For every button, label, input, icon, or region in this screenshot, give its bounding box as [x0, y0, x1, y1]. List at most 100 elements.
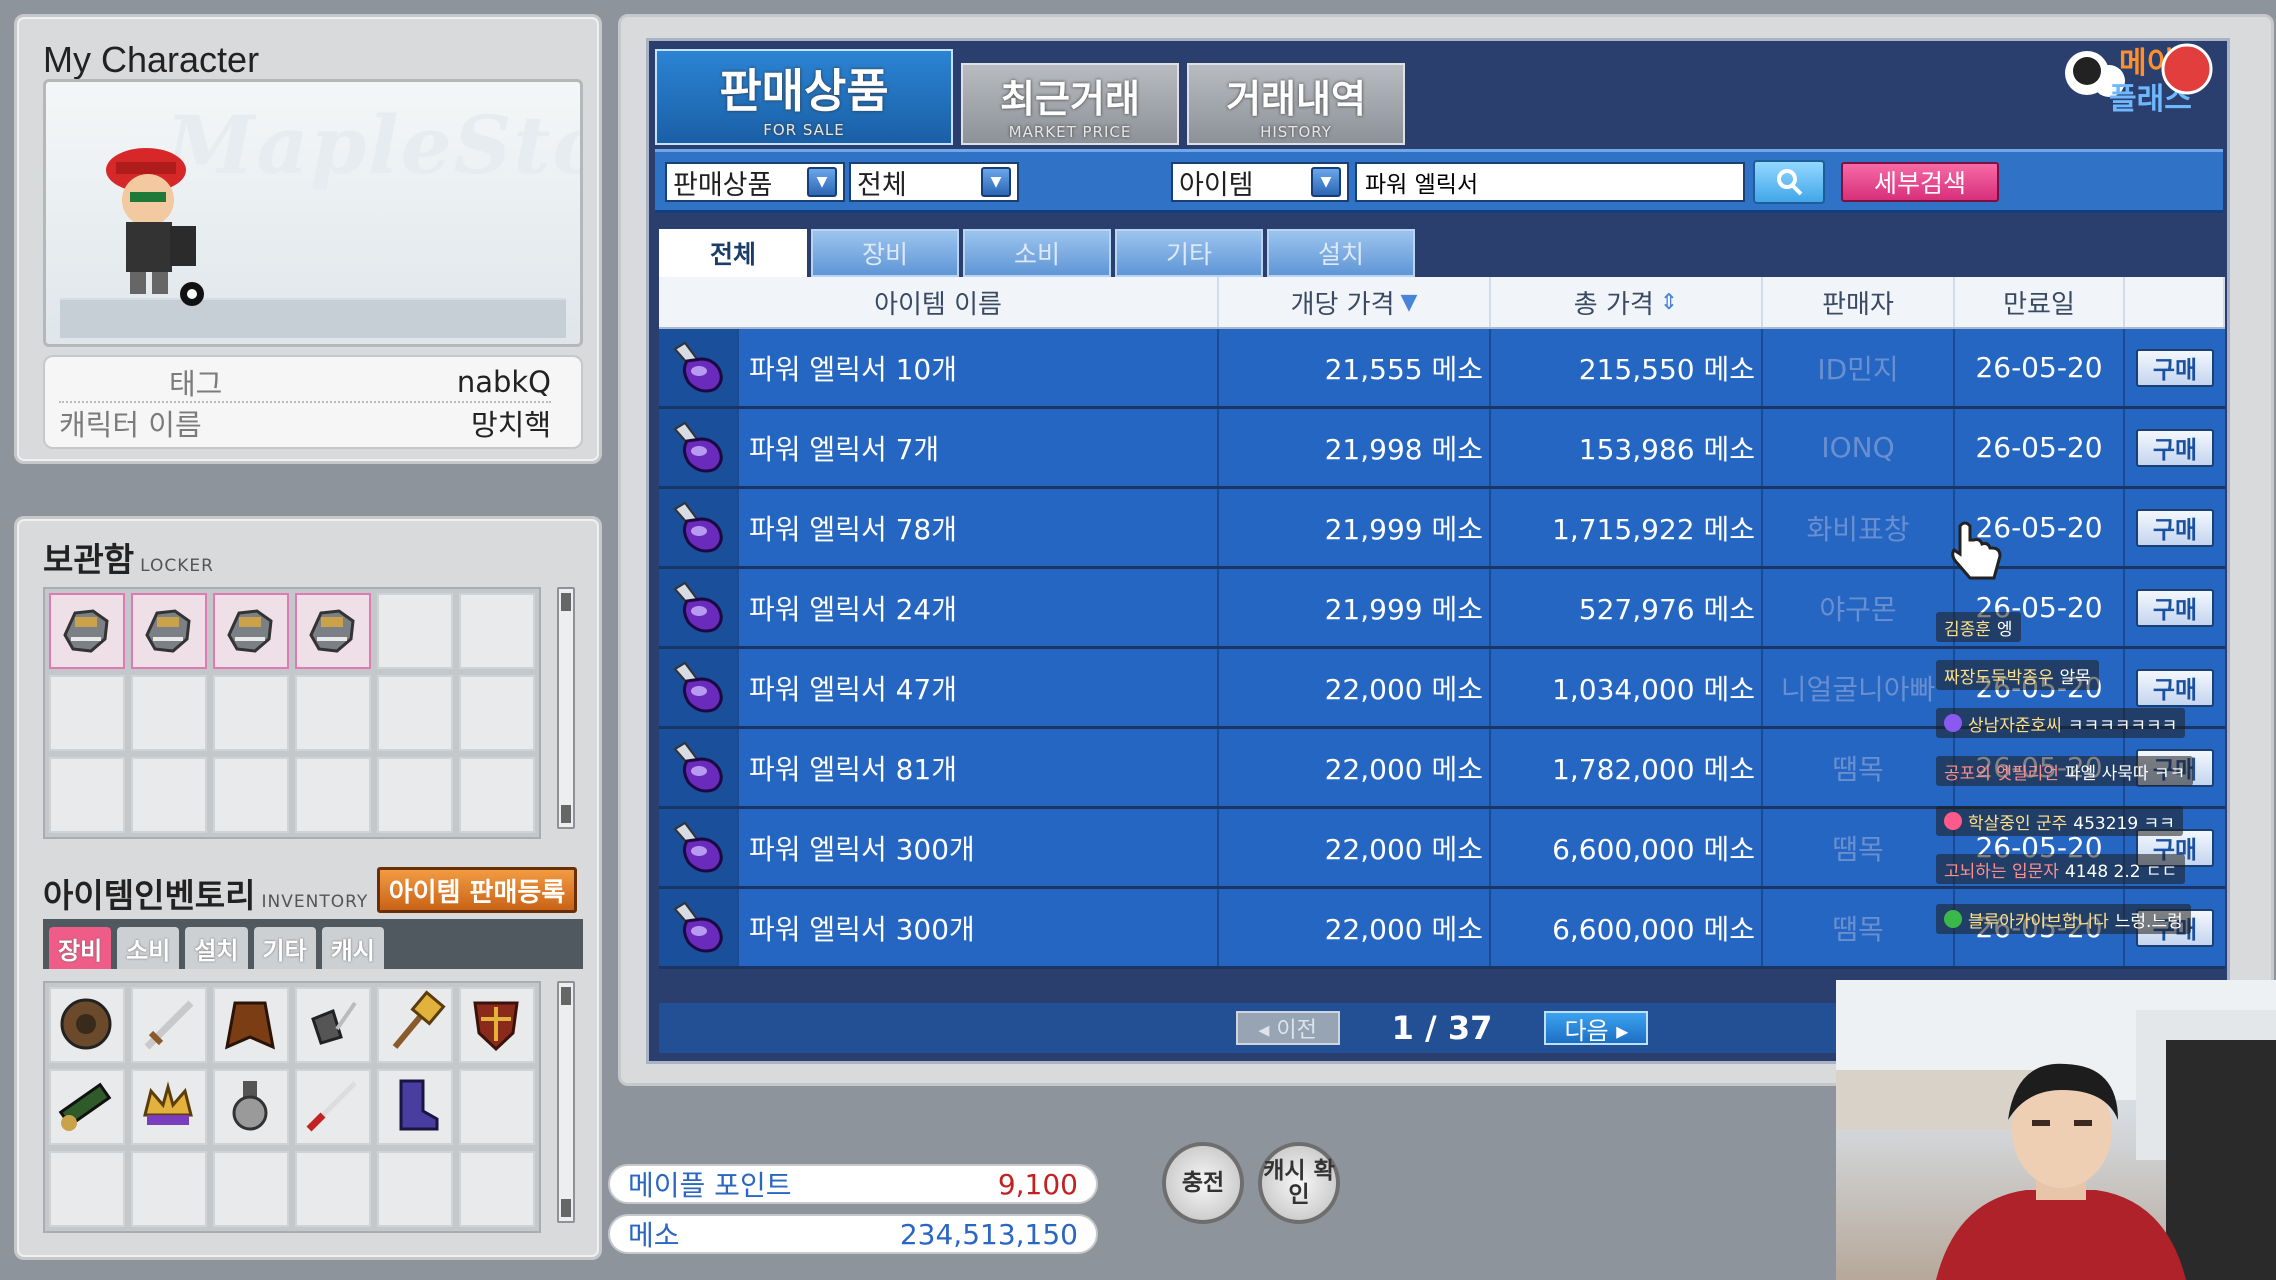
guard-shield-icon: [473, 1001, 519, 1052]
elixir-potion-icon: [673, 501, 723, 552]
market-tab[interactable]: 최근거래 MARKET PRICE: [961, 63, 1179, 145]
col-unit-price-label: 개당 가격: [1290, 289, 1395, 320]
locker-slot[interactable]: [49, 593, 125, 669]
wallet-area: 메이플 포인트 9,100 메소 234,513,150 충전 캐시 확인: [594, 1100, 1844, 1270]
inventory-slot[interactable]: [131, 987, 207, 1063]
inventory-slot[interactable]: [131, 1151, 207, 1227]
charge-button[interactable]: 충전: [1162, 1142, 1244, 1224]
inventory-slot[interactable]: [377, 987, 453, 1063]
item-icon: [659, 809, 739, 886]
sword-icon: [144, 1000, 194, 1050]
detail-search-button[interactable]: 세부검색: [1841, 162, 1999, 202]
search-type-select[interactable]: 아이템 ▼: [1171, 162, 1349, 202]
buy-button[interactable]: 구매: [2136, 668, 2214, 707]
category-tab[interactable]: 소비: [963, 229, 1111, 277]
sell-register-button[interactable]: 아이템 판매등록: [377, 867, 577, 913]
locker-title: 보관함 LOCKER: [43, 533, 214, 581]
inventory-slot[interactable]: [459, 987, 535, 1063]
inventory-slot[interactable]: [49, 1069, 125, 1145]
locker-slot[interactable]: [49, 757, 125, 833]
col-unit-price[interactable]: 개당 가격 ▼: [1219, 277, 1491, 327]
maple-points-value: 9,100: [997, 1167, 1078, 1201]
col-total-price[interactable]: 총 가격 ⇕: [1491, 277, 1763, 327]
seller-name: 땜목: [1763, 729, 1955, 806]
inventory-slot[interactable]: [213, 987, 289, 1063]
table-row[interactable]: 파워 엘릭서 10개 21,555 메소 215,550 메소 ID민지 26-05-2…: [659, 329, 2225, 409]
locker-slot[interactable]: [295, 757, 371, 833]
search-input[interactable]: [1355, 162, 1745, 202]
locker-slot[interactable]: [459, 593, 535, 669]
seller-name: 땜목: [1763, 889, 1955, 966]
locker-slot[interactable]: [213, 675, 289, 751]
inventory-slot[interactable]: [49, 987, 125, 1063]
locker-slot[interactable]: [49, 675, 125, 751]
inventory-slot[interactable]: [459, 1151, 535, 1227]
inventory-slot[interactable]: [295, 987, 371, 1063]
buy-button[interactable]: 구매: [2136, 508, 2214, 547]
item-name-cell: 파워 엘릭서 10개: [659, 329, 1219, 406]
inventory-tab[interactable]: 설치: [185, 927, 248, 969]
locker-slot[interactable]: [377, 757, 453, 833]
locker-slot[interactable]: [213, 757, 289, 833]
type-select[interactable]: 전체 ▼: [849, 162, 1019, 202]
inventory-slot[interactable]: [377, 1069, 453, 1145]
locker-slot[interactable]: [131, 593, 207, 669]
cash-check-button[interactable]: 캐시 확인: [1258, 1142, 1340, 1224]
category-tab[interactable]: 설치: [1267, 229, 1415, 277]
unit-price: 21,555 메소: [1219, 329, 1491, 406]
locker-slot[interactable]: [213, 593, 289, 669]
inventory-slot[interactable]: [295, 1151, 371, 1227]
search-button[interactable]: [1753, 160, 1825, 204]
buy-button[interactable]: 구매: [2136, 428, 2214, 467]
inventory-slot[interactable]: [459, 1069, 535, 1145]
item-name: 파워 엘릭서 81개: [749, 752, 957, 786]
category-tab[interactable]: 기타: [1115, 229, 1263, 277]
category-tab[interactable]: 장비: [811, 229, 959, 277]
chevron-down-icon: ▼: [981, 167, 1011, 197]
buy-button[interactable]: 구매: [2136, 348, 2214, 387]
inventory-slot[interactable]: [377, 1151, 453, 1227]
inventory-tab[interactable]: 기타: [253, 927, 316, 969]
unit-price: 21,999 메소: [1219, 569, 1491, 646]
inventory-scrollbar[interactable]: [557, 981, 575, 1223]
category-select[interactable]: 판매상품 ▼: [665, 162, 845, 202]
inventory-tab[interactable]: 캐시: [321, 927, 384, 969]
inventory-tab[interactable]: 소비: [117, 927, 180, 969]
chat-text: 엥: [1996, 619, 2013, 640]
item-icon: [659, 489, 739, 566]
locker-slot[interactable]: [377, 593, 453, 669]
elixir-potion-icon: [673, 661, 723, 712]
market-tab[interactable]: 거래내역 HISTORY: [1187, 63, 1405, 145]
inventory-slot[interactable]: [295, 1069, 371, 1145]
item-icon: [659, 649, 739, 726]
prev-page-button[interactable]: ◂ 이전: [1235, 1011, 1340, 1045]
locker-slot[interactable]: [377, 675, 453, 751]
locker-slot[interactable]: [131, 757, 207, 833]
inventory-slot[interactable]: [213, 1151, 289, 1227]
inventory-tab[interactable]: 장비: [49, 927, 112, 969]
inventory-slot[interactable]: [213, 1069, 289, 1145]
locker-slot[interactable]: [131, 675, 207, 751]
inventory-slot[interactable]: [49, 1151, 125, 1227]
item-name: 파워 엘릭서 24개: [749, 592, 957, 626]
chat-text: 453219 ㅋㅋ: [2073, 813, 2175, 834]
boots-icon: [399, 1079, 439, 1131]
badge-icon: [1944, 714, 1962, 732]
inventory-slot[interactable]: [131, 1069, 207, 1145]
total-price: 6,600,000 메소: [1491, 889, 1763, 966]
locker-scrollbar[interactable]: [557, 587, 575, 829]
locker-slot[interactable]: [459, 757, 535, 833]
table-row[interactable]: 파워 엘릭서 7개 21,998 메소 153,986 메소 IONQ 26-05-20…: [659, 409, 2225, 489]
locker-slot[interactable]: [295, 593, 371, 669]
chevron-down-icon: ▼: [1311, 167, 1341, 197]
locker-slot[interactable]: [459, 675, 535, 751]
market-tab-sub: HISTORY: [1260, 122, 1332, 141]
col-item-name[interactable]: 아이템 이름: [659, 277, 1219, 327]
category-tab[interactable]: 전체: [659, 229, 807, 277]
locker-slot[interactable]: [295, 675, 371, 751]
buy-button[interactable]: 구매: [2136, 588, 2214, 627]
name-row: 캐릭터 이름 망치핵: [59, 403, 551, 443]
next-page-button[interactable]: 다음 ▸: [1544, 1011, 1649, 1045]
col-action: [2125, 277, 2225, 327]
market-tab[interactable]: 판매상품 FOR SALE: [655, 49, 953, 145]
